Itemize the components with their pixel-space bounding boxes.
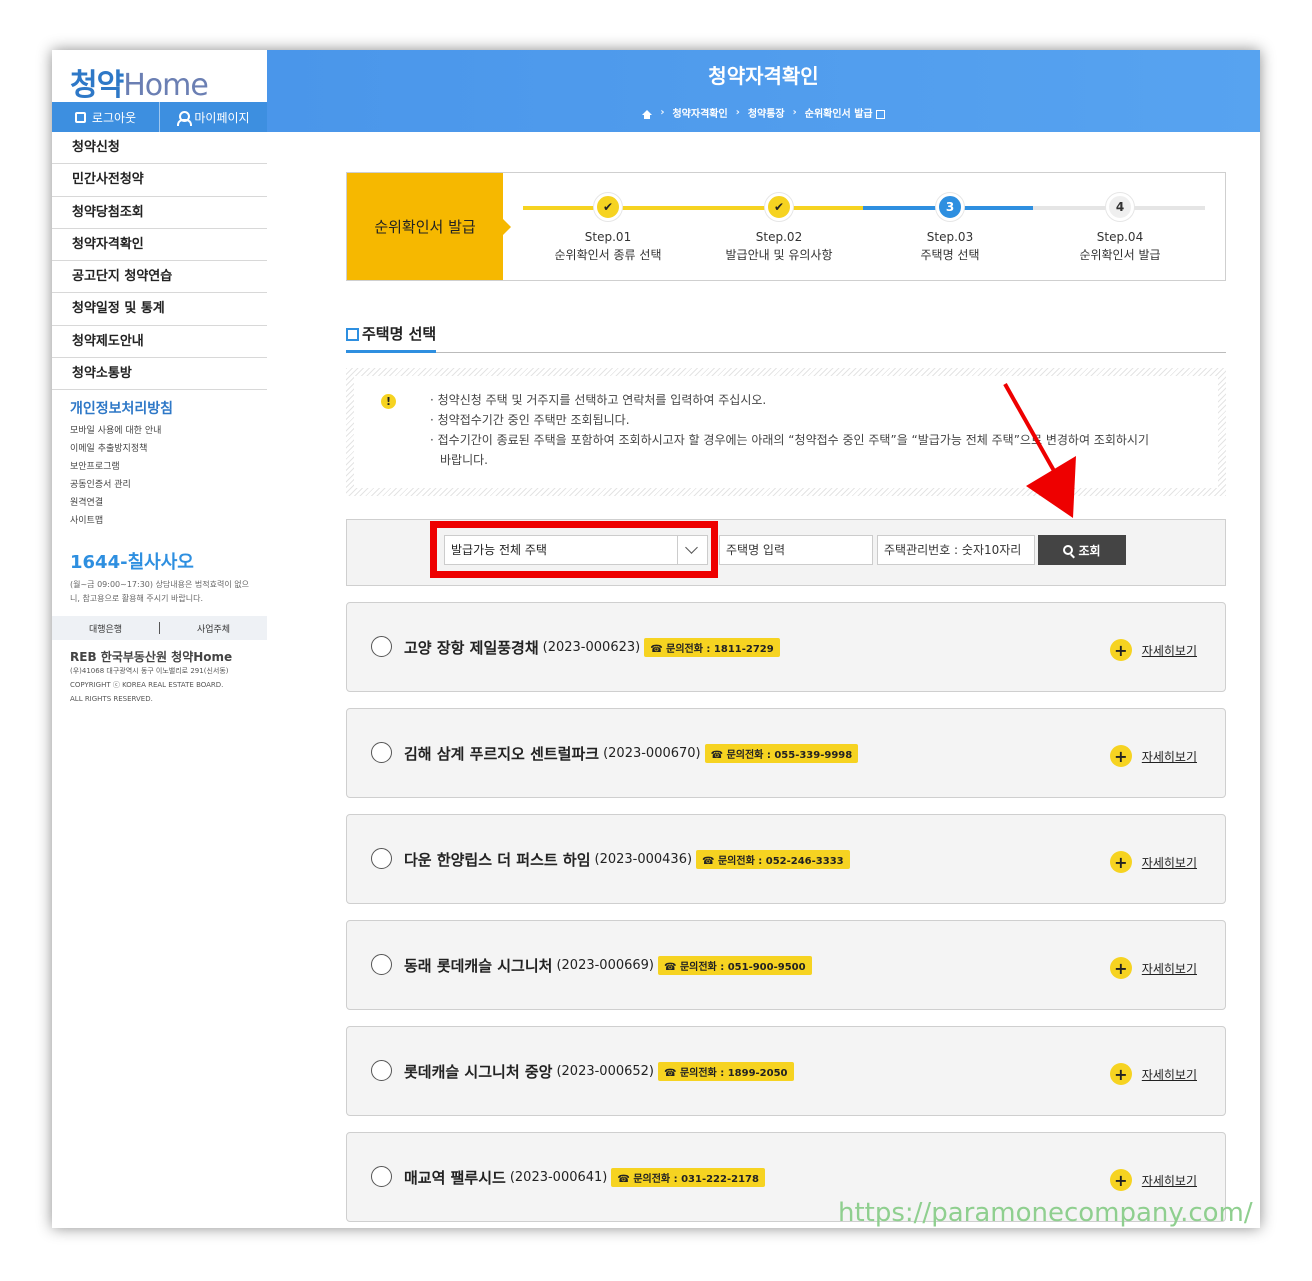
watermark: https://paramonecompany.com/: [838, 1198, 1253, 1228]
annotation-arrow: [1003, 383, 1076, 518]
